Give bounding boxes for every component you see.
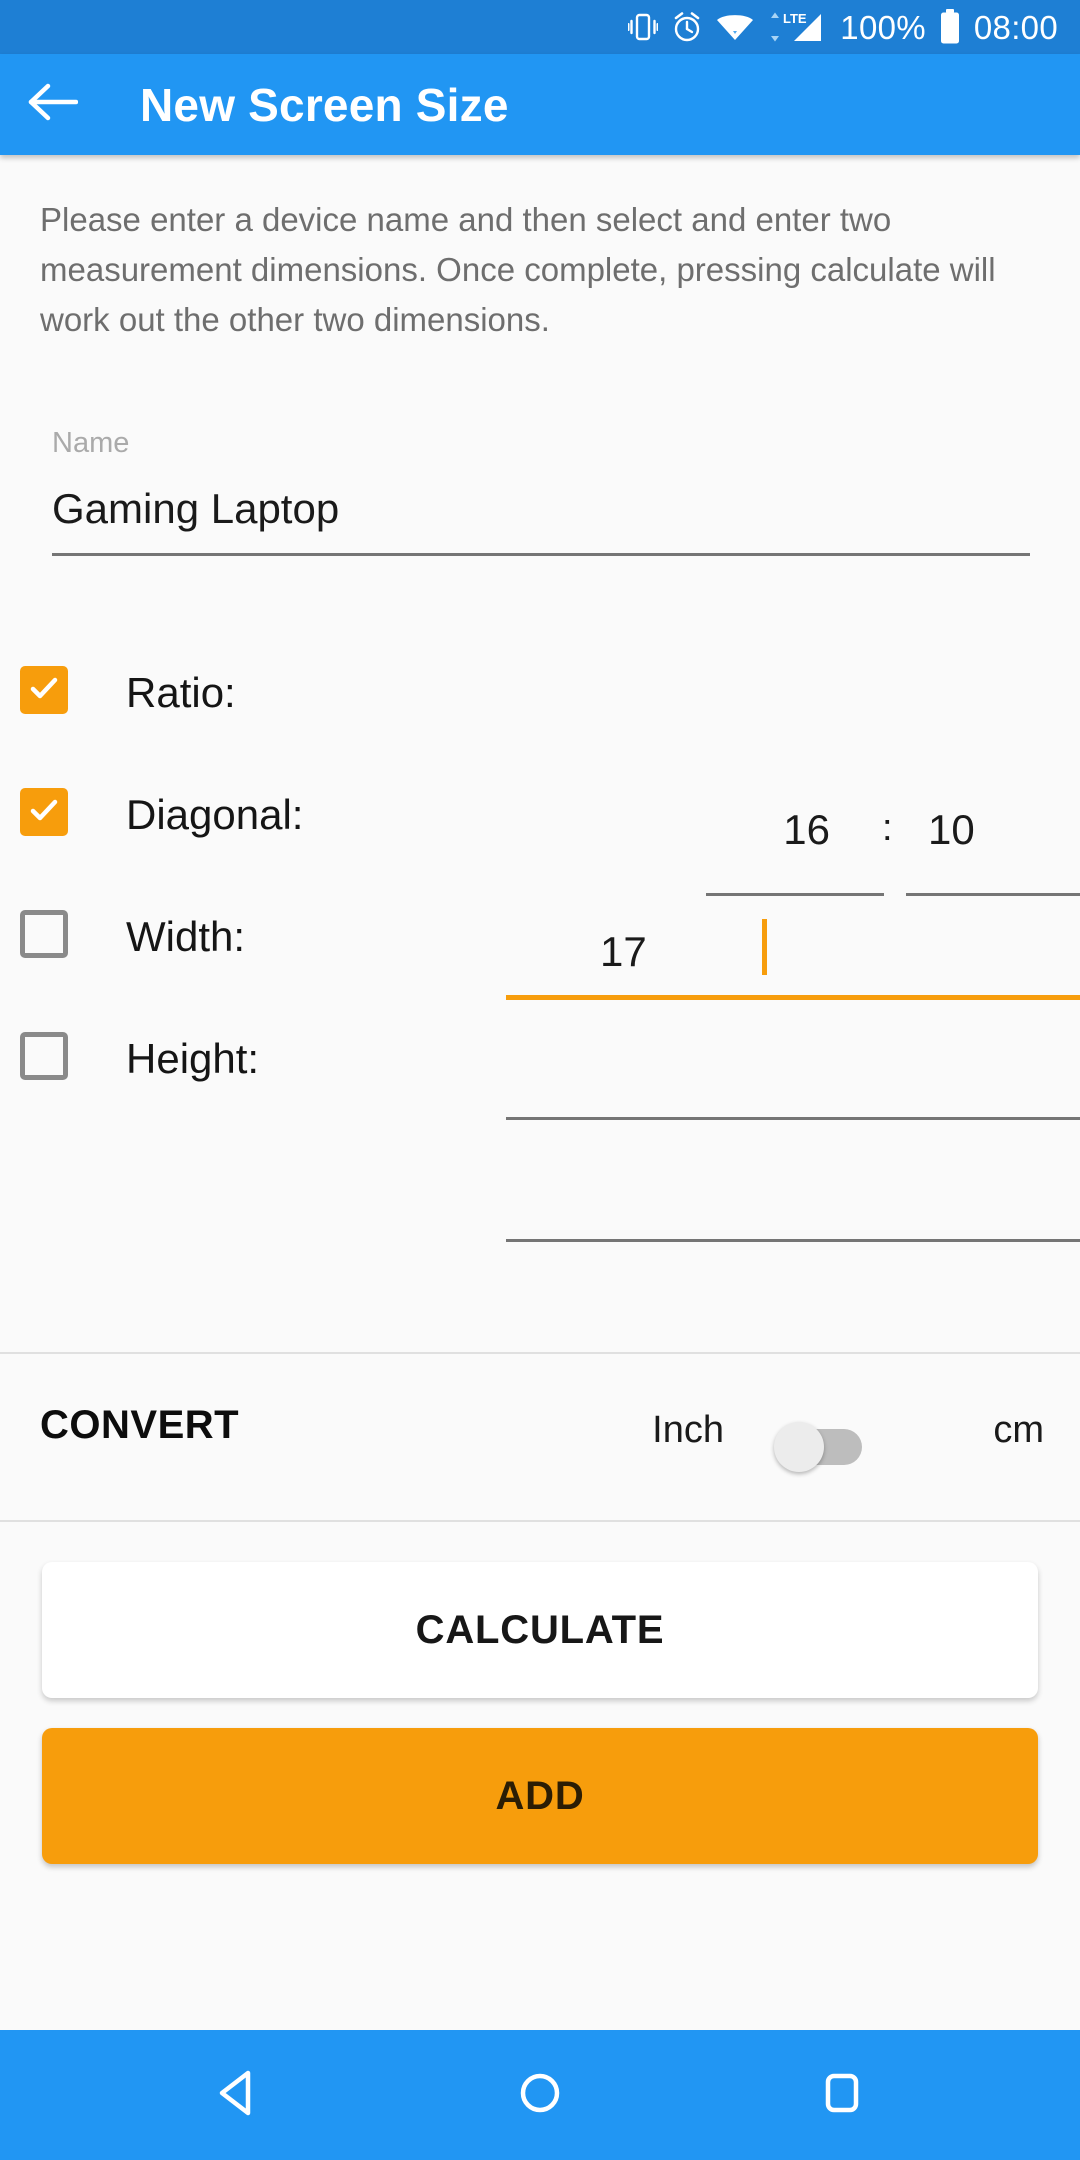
row-diagonal: Diagonal: (0, 757, 1080, 879)
add-button[interactable]: ADD (42, 1728, 1038, 1864)
unit-inch-label: Inch (652, 1409, 724, 1451)
unit-toggle-switch[interactable] (774, 1422, 862, 1472)
checkbox-width[interactable] (20, 910, 68, 958)
nav-recents-icon (819, 2068, 865, 2123)
nav-recents-button[interactable] (782, 2030, 902, 2160)
back-button[interactable] (0, 54, 104, 155)
row-ratio: Ratio: (0, 635, 1080, 757)
battery-icon (939, 9, 961, 45)
nav-back-icon (215, 2068, 261, 2123)
checkbox-diagonal[interactable] (20, 788, 68, 836)
label-diagonal: Diagonal: (126, 791, 304, 838)
status-bar: LTE 100% 08:00 (0, 0, 1080, 54)
name-input[interactable] (52, 473, 1030, 545)
convert-label: CONVERT (40, 1403, 240, 1447)
app-bar: New Screen Size (0, 54, 1080, 155)
page-title: New Screen Size (140, 78, 509, 131)
label-ratio: Ratio: (126, 669, 236, 716)
alarm-icon (671, 11, 703, 43)
nav-home-button[interactable] (480, 2030, 600, 2160)
nav-back-button[interactable] (178, 2030, 298, 2160)
height-underline (506, 1239, 1080, 1242)
name-field-label: Name (52, 427, 130, 459)
row-width: Width: (0, 879, 1080, 1001)
divider-convert-top (0, 1352, 1080, 1354)
nav-home-icon (517, 2068, 563, 2123)
checkbox-height[interactable] (20, 1032, 68, 1080)
check-icon (27, 671, 61, 710)
vibrate-icon (628, 11, 659, 43)
navigation-bar (0, 2030, 1080, 2160)
form-content: Please enter a device name and then sele… (0, 155, 1080, 2030)
instructions-text: Please enter a device name and then sele… (40, 201, 996, 338)
battery-percent-label: 100% (840, 8, 926, 46)
label-width: Width: (126, 913, 246, 960)
checkbox-ratio[interactable] (20, 666, 68, 714)
divider-convert-bottom (0, 1520, 1080, 1522)
back-arrow-icon (26, 82, 79, 127)
name-field-underline (52, 553, 1030, 556)
wifi-icon (716, 11, 754, 43)
unit-cm-label: cm (993, 1409, 1044, 1451)
calculate-button[interactable]: CALCULATE (42, 1562, 1038, 1698)
row-height: Height: (0, 1001, 1080, 1123)
check-icon (27, 793, 61, 832)
clock-label: 08:00 (973, 8, 1058, 46)
label-height: Height: (126, 1035, 260, 1082)
lte-signal-icon: LTE (767, 10, 827, 44)
phone-screen: LTE 100% 08:00 New Screen Size Please en… (0, 0, 1080, 2160)
toggle-thumb (774, 1422, 824, 1472)
svg-text:LTE: LTE (783, 11, 807, 26)
